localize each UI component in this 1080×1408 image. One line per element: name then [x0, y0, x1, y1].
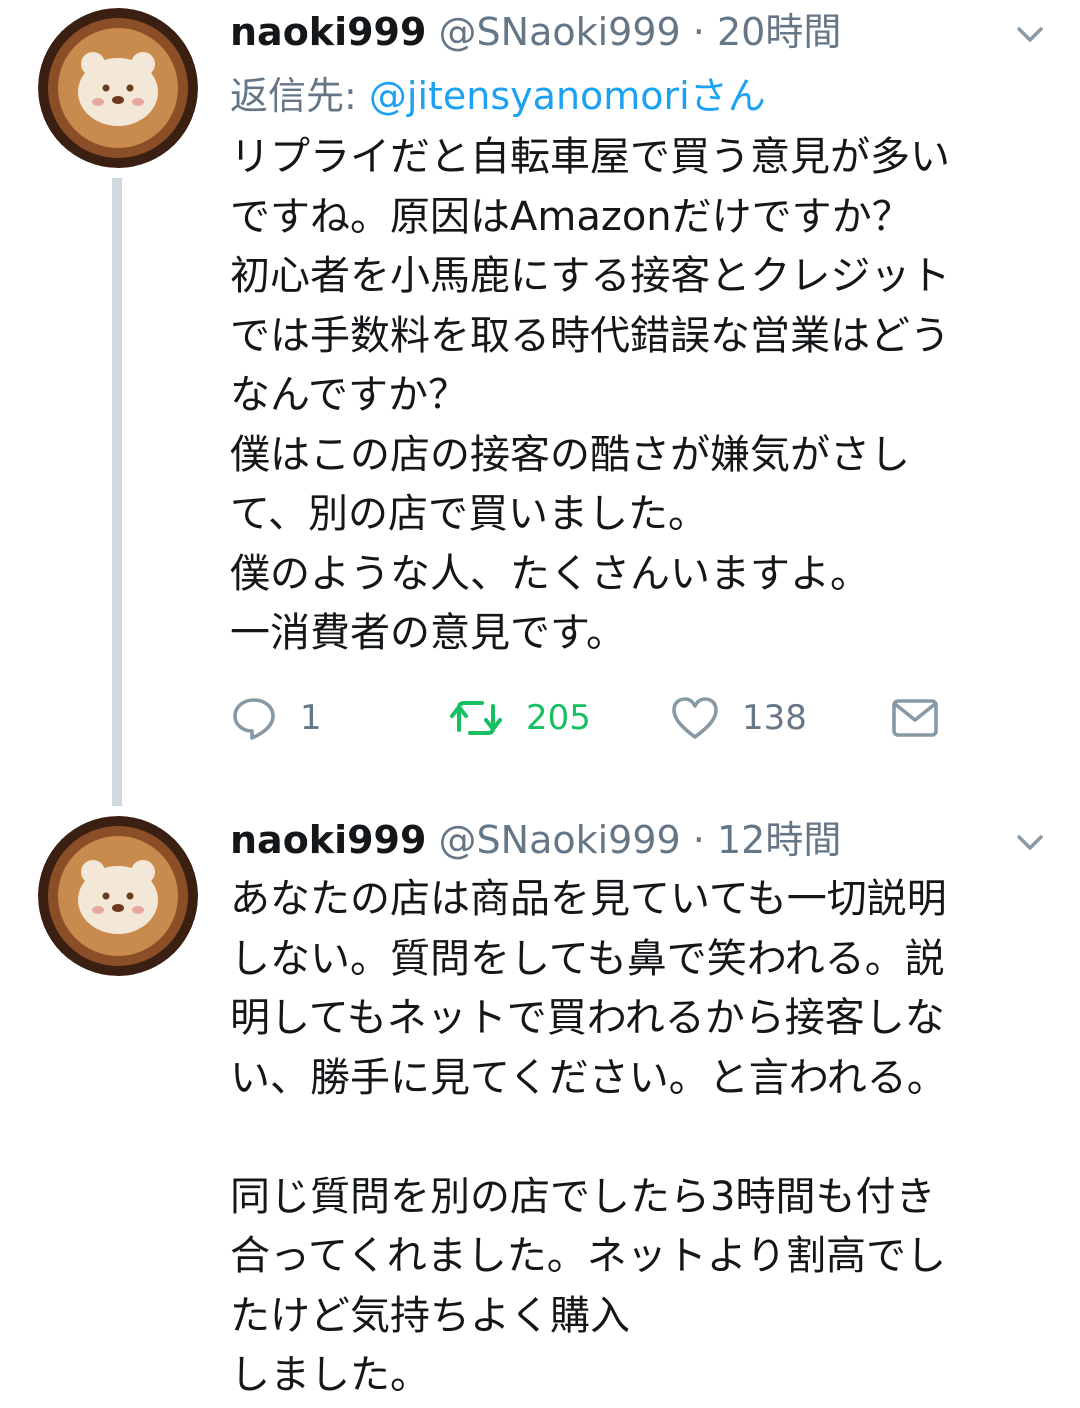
retweet-count: 205 [526, 698, 591, 738]
thread-line [112, 178, 122, 806]
separator-dot: · [692, 10, 705, 54]
tweet-actions: 1 205 138 [230, 688, 970, 748]
user-handle[interactable]: @SNaoki999 [439, 10, 681, 54]
tweet-header: naoki999 @SNaoki999 · 12時間 [230, 810, 841, 870]
reply-to-mention[interactable]: @jitensyanomoriさん [369, 74, 766, 118]
tweet[interactable]: naoki999 @SNaoki999 · 20時間 返信先: @jitensy… [0, 0, 1080, 806]
chevron-down-icon[interactable] [1012, 16, 1048, 52]
tweet-header: naoki999 @SNaoki999 · 20時間 [230, 2, 841, 62]
reply-count: 1 [300, 698, 322, 738]
reply-to-line: 返信先: @jitensyanomoriさん [230, 66, 766, 126]
reply-button[interactable]: 1 [230, 688, 322, 748]
display-name[interactable]: naoki999 [230, 818, 426, 862]
retweet-icon [448, 694, 504, 742]
timestamp[interactable]: 20時間 [717, 10, 841, 54]
like-icon [670, 694, 720, 742]
separator-dot: · [692, 818, 705, 862]
tweet-text: リプライだと自転車屋で買う意見が多い ですね。原因はAmazonだけですか？ 初… [230, 134, 951, 656]
like-count: 138 [742, 698, 807, 738]
chevron-down-icon[interactable] [1012, 824, 1048, 860]
avatar[interactable] [38, 816, 198, 976]
share-icon [890, 696, 940, 740]
avatar[interactable] [38, 8, 198, 168]
timestamp[interactable]: 12時間 [717, 818, 841, 862]
tweet[interactable]: naoki999 @SNaoki999 · 12時間 あなたの店は商品を見ていて… [0, 800, 1080, 1408]
share-button[interactable] [890, 688, 940, 748]
reply-icon [230, 694, 278, 742]
like-button[interactable]: 138 [670, 688, 807, 748]
retweet-button[interactable]: 205 [448, 688, 591, 748]
user-handle[interactable]: @SNaoki999 [439, 818, 681, 862]
tweet-text: あなたの店は商品を見ていても一切説明 しない。質問をしても鼻で笑われる。説 明し… [230, 876, 947, 1398]
display-name[interactable]: naoki999 [230, 10, 426, 54]
reply-to-label: 返信先: [230, 74, 369, 118]
